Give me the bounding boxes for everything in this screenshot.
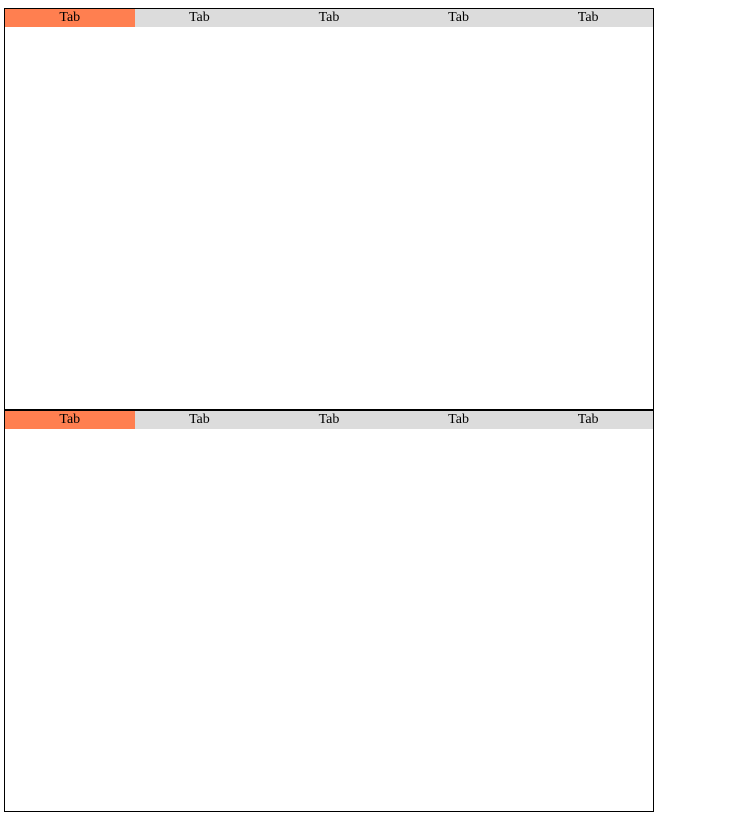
bottom-tab-panel: Tab Tab Tab Tab Tab [5, 411, 653, 811]
top-tab-3[interactable]: Tab [264, 9, 394, 27]
bottom-tab-content [5, 429, 653, 811]
top-tab-panel: Tab Tab Tab Tab Tab [5, 9, 653, 409]
top-tab-5[interactable]: Tab [523, 9, 653, 27]
top-tab-bar: Tab Tab Tab Tab Tab [5, 9, 653, 27]
top-tab-content [5, 27, 653, 409]
bottom-tab-3[interactable]: Tab [264, 411, 394, 429]
bottom-tab-2[interactable]: Tab [134, 411, 265, 429]
split-tab-frame: Tab Tab Tab Tab Tab Tab Tab Tab Tab Tab [4, 8, 654, 812]
top-tab-1[interactable]: Tab [5, 9, 135, 27]
top-tab-4[interactable]: Tab [393, 9, 524, 27]
top-tab-2[interactable]: Tab [134, 9, 265, 27]
bottom-tab-4[interactable]: Tab [393, 411, 524, 429]
bottom-tab-1[interactable]: Tab [5, 411, 135, 429]
bottom-tab-bar: Tab Tab Tab Tab Tab [5, 411, 653, 429]
bottom-tab-5[interactable]: Tab [523, 411, 653, 429]
